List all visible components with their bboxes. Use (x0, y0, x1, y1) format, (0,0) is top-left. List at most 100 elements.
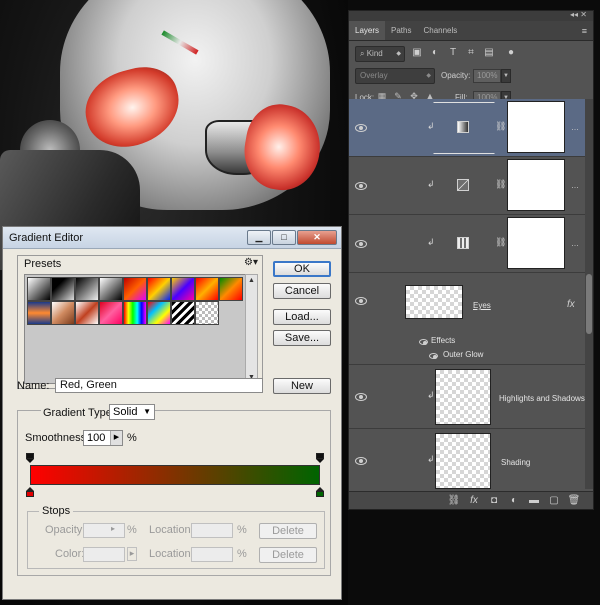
opacity-stop-left[interactable] (26, 453, 34, 463)
delete-opacity-stop-button[interactable]: Delete (259, 523, 317, 539)
layer-name[interactable]: Highlights and Shadows (499, 394, 585, 403)
link-chain-icon[interactable]: ⛓ (495, 179, 506, 190)
layer-mask-thumbnail[interactable] (507, 101, 565, 153)
color-stop-left[interactable] (26, 487, 34, 497)
chevron-right-icon[interactable]: ▶ (110, 431, 122, 445)
close-button[interactable]: ✕ (297, 230, 337, 245)
preset-swatch[interactable] (51, 301, 75, 325)
layer-name[interactable]: Eyes (473, 301, 491, 310)
smoothness-field[interactable]: 100 ▶ (83, 430, 123, 446)
add-mask-icon[interactable]: ◘ (487, 494, 501, 508)
preset-swatch[interactable] (147, 301, 171, 325)
layer-row-curves[interactable]: ↲ ⛓ … (349, 157, 585, 215)
gear-icon[interactable]: ⚙▾ (244, 257, 258, 268)
layers-scrollbar[interactable] (585, 99, 593, 489)
color-arrow-icon[interactable]: ▸ (127, 547, 137, 561)
dialog-titlebar[interactable]: Gradient Editor ▁ □ ✕ (3, 227, 341, 249)
preset-swatches (24, 274, 246, 384)
tab-paths[interactable]: Paths (385, 21, 417, 40)
panel-menu-icon[interactable]: ≡ (582, 21, 593, 40)
link-layers-icon[interactable]: ⛓ (447, 494, 461, 508)
preset-swatch[interactable] (219, 277, 243, 301)
preset-swatch[interactable] (27, 301, 51, 325)
link-chain-icon[interactable]: ⛓ (495, 121, 506, 132)
save-button[interactable]: Save... (273, 330, 331, 346)
tab-layers[interactable]: Layers (349, 21, 386, 40)
layer-row-gradient[interactable]: ↲ ⛓ … (349, 99, 585, 157)
visibility-eye-icon[interactable] (355, 457, 367, 465)
visibility-eye-icon[interactable] (355, 182, 367, 190)
new-layer-icon[interactable]: ▢ (547, 494, 561, 508)
adjustment-filter-icon[interactable]: ◐ (429, 46, 441, 60)
shape-filter-icon[interactable]: ⌗ (465, 46, 477, 60)
scroll-up-icon[interactable]: ▲ (246, 275, 257, 286)
preset-swatch[interactable] (195, 301, 219, 325)
load-button[interactable]: Load... (273, 309, 331, 325)
gradient-preview-bar[interactable] (30, 465, 320, 485)
preset-swatch[interactable] (99, 277, 123, 301)
smart-object-filter-icon[interactable]: ▤ (483, 46, 495, 60)
preset-swatch[interactable] (147, 277, 171, 301)
new-group-icon[interactable]: ▬ (527, 494, 541, 508)
color-stop-right[interactable] (316, 487, 324, 497)
minimize-button[interactable]: ▁ (247, 230, 271, 245)
layer-row-eyes[interactable]: Eyes fx Effects Outer Glow (349, 273, 585, 365)
effects-visibility-eye-icon[interactable] (419, 339, 428, 345)
preset-swatch[interactable] (195, 277, 219, 301)
stop-opacity-field[interactable] (83, 523, 125, 538)
layer-mask-thumbnail[interactable] (507, 159, 565, 211)
maximize-button[interactable]: □ (272, 230, 296, 245)
outer-glow-effect[interactable]: Outer Glow (443, 350, 483, 359)
blend-mode-select[interactable]: Overlay ◆ (355, 68, 435, 84)
trash-icon[interactable]: 🗑 (567, 494, 581, 508)
preset-swatch[interactable] (51, 277, 75, 301)
opacity-location-field[interactable] (191, 523, 233, 538)
preset-swatch[interactable] (75, 277, 99, 301)
outer-glow-visibility-eye-icon[interactable] (429, 353, 438, 359)
scrollbar-thumb[interactable] (586, 274, 592, 334)
cancel-button[interactable]: Cancel (273, 283, 331, 299)
levels-adjustment-icon (457, 237, 469, 249)
layer-name[interactable]: Shading (501, 458, 530, 467)
preset-swatch[interactable] (27, 277, 51, 301)
collapse-panel-icon[interactable]: ◂◂ ✕ (570, 10, 587, 19)
delete-color-stop-button[interactable]: Delete (259, 547, 317, 563)
chevron-right-icon: ▸ (111, 524, 116, 533)
visibility-eye-icon[interactable] (355, 393, 367, 401)
preset-swatch[interactable] (123, 277, 147, 301)
visibility-eye-icon[interactable] (355, 240, 367, 248)
gradient-type-select[interactable]: Solid ▼ (109, 404, 155, 420)
opacity-stop-right[interactable] (316, 453, 324, 463)
pixel-filter-icon[interactable]: ▣ (411, 46, 423, 60)
visibility-eye-icon[interactable] (355, 297, 367, 305)
preset-swatch[interactable] (171, 301, 195, 325)
ok-button[interactable]: OK (273, 261, 331, 277)
layer-row-shading[interactable]: ↲ Shading (349, 429, 585, 493)
layer-thumbnail[interactable] (405, 285, 463, 319)
new-adjustment-icon[interactable]: ◐ (507, 494, 521, 508)
new-button[interactable]: New (273, 378, 331, 394)
preset-swatch[interactable] (123, 301, 147, 325)
kind-filter-select[interactable]: ⌕ Kind ◆ (355, 46, 405, 62)
tab-channels[interactable]: Channels (417, 21, 463, 40)
preset-swatch[interactable] (171, 277, 195, 301)
preset-swatch[interactable] (75, 301, 99, 325)
presets-scrollbar[interactable]: ▲ ▼ (245, 274, 258, 384)
name-field[interactable]: Red, Green (55, 378, 263, 393)
layer-row-highlights-shadows[interactable]: ↲ Highlights and Shadows (349, 365, 585, 429)
opacity-arrow-icon[interactable]: ▼ (501, 69, 511, 83)
preset-swatch[interactable] (99, 301, 123, 325)
visibility-eye-icon[interactable] (355, 124, 367, 132)
layer-row-levels[interactable]: ↲ ⛓ … (349, 215, 585, 273)
layer-thumbnail[interactable] (435, 433, 491, 489)
link-chain-icon[interactable]: ⛓ (495, 237, 506, 248)
layer-mask-thumbnail[interactable] (507, 217, 565, 269)
color-location-field[interactable] (191, 547, 233, 562)
fx-icon[interactable]: fx (467, 494, 481, 508)
layer-thumbnail[interactable] (435, 369, 491, 425)
fx-icon[interactable]: fx (567, 299, 575, 310)
filter-toggle-icon[interactable]: ● (505, 46, 517, 60)
type-filter-icon[interactable]: T (447, 46, 459, 60)
opacity-field[interactable]: 100% (473, 69, 501, 83)
stop-color-swatch[interactable] (83, 547, 125, 562)
